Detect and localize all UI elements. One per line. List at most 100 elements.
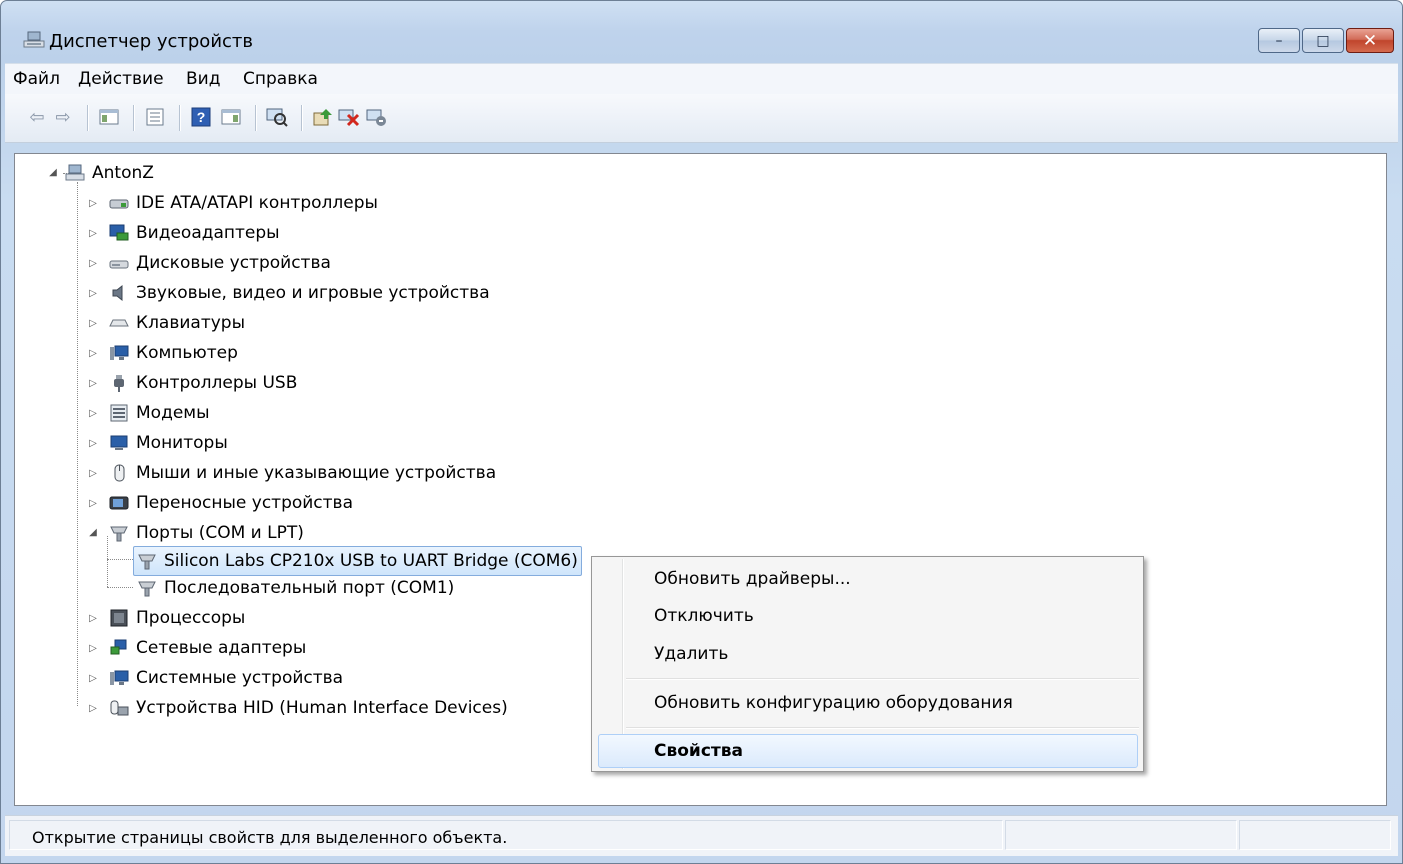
- expand-arrow-icon[interactable]: ▷: [87, 198, 99, 209]
- expand-arrow-icon[interactable]: ▷: [87, 468, 99, 479]
- expand-arrow-icon[interactable]: ▷: [87, 703, 99, 714]
- category-label: Модемы: [136, 403, 210, 423]
- category-label: Звуковые, видео и игровые устройства: [136, 283, 490, 303]
- monitor-icon: [110, 435, 128, 450]
- properties-icon[interactable]: [143, 105, 167, 129]
- tree-category[interactable]: ▷ IDE ATA/ATAPI контроллеры: [89, 190, 378, 216]
- menu-scan-hardware[interactable]: Обновить конфигурацию оборудования: [654, 693, 1013, 713]
- window-title: Диспетчер устройств: [49, 31, 254, 52]
- tree-root[interactable]: ◢ AntonZ: [47, 160, 154, 186]
- modem-icon: [110, 404, 128, 422]
- expand-arrow-icon[interactable]: ▷: [87, 673, 99, 684]
- category-label: Мыши и иные указывающие устройства: [136, 463, 497, 483]
- hid-device-icon: [110, 700, 129, 716]
- expand-arrow-icon[interactable]: ▷: [87, 348, 99, 359]
- tree-category[interactable]: ▷ Контроллеры USB: [89, 370, 297, 396]
- tree-category[interactable]: ▷ Мыши и иные указывающие устройства: [89, 460, 496, 486]
- expand-arrow-icon[interactable]: ▷: [87, 408, 99, 419]
- category-label: Сетевые адаптеры: [136, 638, 307, 658]
- port-connector-icon: [110, 526, 128, 542]
- tree-category[interactable]: ▷ Сетевые адаптеры: [89, 635, 306, 661]
- tree-category[interactable]: ▷ Дисковые устройства: [89, 250, 331, 276]
- menu-delete[interactable]: Удалить: [654, 644, 728, 664]
- portable-device-icon: [109, 496, 129, 510]
- category-label: Видеоадаптеры: [136, 223, 280, 243]
- category-label: Устройства HID (Human Interface Devices): [136, 698, 508, 718]
- collapse-arrow-icon[interactable]: ◢: [87, 527, 99, 538]
- tree-category[interactable]: ▷ Мониторы: [89, 430, 228, 456]
- category-label: Дисковые устройства: [136, 253, 331, 273]
- disable-icon[interactable]: [365, 105, 389, 129]
- device-manager-icon: [23, 31, 45, 48]
- network-adapter-icon: [110, 639, 127, 655]
- port-device-selected[interactable]: Silicon Labs CP210x USB to UART Bridge (…: [133, 546, 582, 576]
- tree-category[interactable]: ▷ Устройства HID (Human Interface Device…: [89, 695, 508, 721]
- expand-arrow-icon[interactable]: ▷: [87, 378, 99, 389]
- collapse-arrow-icon[interactable]: ◢: [47, 167, 59, 178]
- maximize-button[interactable]: □: [1302, 28, 1344, 53]
- scan-hardware-icon[interactable]: [265, 105, 289, 129]
- system-device-icon: [110, 670, 129, 685]
- expand-arrow-icon[interactable]: ▷: [87, 643, 99, 654]
- menu-update-drivers[interactable]: Обновить драйверы...: [654, 569, 851, 589]
- category-label: Клавиатуры: [136, 313, 246, 333]
- ide-controller-icon: [109, 199, 129, 209]
- category-label: Переносные устройства: [136, 493, 353, 513]
- device-label: Последовательный порт (COM1): [164, 578, 455, 598]
- expand-arrow-icon[interactable]: ▷: [87, 318, 99, 329]
- tree-category[interactable]: ▷ Системные устройства: [89, 665, 343, 691]
- show-hide-tree-icon[interactable]: [97, 105, 121, 129]
- keyboard-icon: [109, 319, 129, 327]
- processor-icon: [110, 609, 128, 627]
- tree-category[interactable]: ▷ Видеоадаптеры: [87, 220, 280, 246]
- title-bar[interactable]: Диспетчер устройств – □ ✕: [1, 1, 1402, 59]
- update-driver-icon[interactable]: [311, 105, 335, 129]
- view-icon[interactable]: [219, 105, 243, 129]
- minimize-button[interactable]: –: [1258, 28, 1300, 53]
- expand-arrow-icon[interactable]: ▷: [87, 228, 99, 239]
- menu-properties[interactable]: Свойства: [654, 741, 743, 761]
- menu-view[interactable]: Вид: [186, 69, 220, 89]
- svg-text:?: ?: [197, 109, 206, 125]
- menu-disable[interactable]: Отключить: [654, 606, 754, 626]
- device-label: Silicon Labs CP210x USB to UART Bridge (…: [164, 551, 578, 571]
- category-label: IDE ATA/ATAPI контроллеры: [136, 193, 378, 213]
- status-text: Открытие страницы свойств для выделенног…: [32, 828, 508, 847]
- root-label: AntonZ: [92, 163, 154, 183]
- toolbar: ⇦ ⇨ ?: [5, 94, 1398, 143]
- tree-category[interactable]: ▷ Звуковые, видео и игровые устройства: [87, 280, 490, 306]
- uninstall-icon[interactable]: [337, 105, 361, 129]
- tree-category[interactable]: ▷ Клавиатуры: [89, 310, 245, 336]
- tree-category-ports[interactable]: ◢ Порты (COM и LPT): [89, 520, 304, 546]
- category-label: Системные устройства: [136, 668, 344, 688]
- forward-icon[interactable]: ⇨: [51, 105, 75, 129]
- tree-category[interactable]: ▷ Компьютер: [89, 340, 238, 366]
- close-button[interactable]: ✕: [1346, 28, 1394, 53]
- speaker-icon: [112, 284, 123, 302]
- category-label: Порты (COM и LPT): [136, 523, 304, 543]
- mouse-icon: [114, 464, 125, 482]
- expand-arrow-icon[interactable]: ▷: [87, 438, 99, 449]
- port-connector-icon: [138, 554, 156, 570]
- status-cell-3: [1239, 820, 1391, 850]
- menu-action[interactable]: Действие: [78, 69, 164, 89]
- status-cell-2: [1005, 820, 1237, 850]
- tree-category[interactable]: ▷ Модемы: [87, 400, 210, 426]
- expand-arrow-icon[interactable]: ▷: [87, 258, 99, 269]
- expand-arrow-icon[interactable]: ▷: [87, 613, 99, 624]
- port-connector-icon: [138, 581, 156, 597]
- help-icon[interactable]: ?: [189, 105, 213, 129]
- tree-category[interactable]: ▷ Переносные устройства: [89, 490, 353, 516]
- expand-arrow-icon[interactable]: ▷: [87, 498, 99, 509]
- usb-controller-icon: [114, 375, 124, 392]
- menu-help[interactable]: Справка: [243, 69, 318, 89]
- back-icon[interactable]: ⇦: [25, 105, 49, 129]
- expand-arrow-icon[interactable]: ▷: [87, 288, 99, 299]
- menu-file[interactable]: Файл: [13, 69, 60, 89]
- computer-icon: [65, 164, 85, 181]
- port-device[interactable]: Последовательный порт (COM1): [137, 575, 454, 601]
- category-label: Процессоры: [136, 608, 246, 628]
- display-adapter-icon: [109, 224, 129, 241]
- tree-category[interactable]: ▷ Процессоры: [89, 605, 245, 631]
- computer-icon: [110, 345, 129, 360]
